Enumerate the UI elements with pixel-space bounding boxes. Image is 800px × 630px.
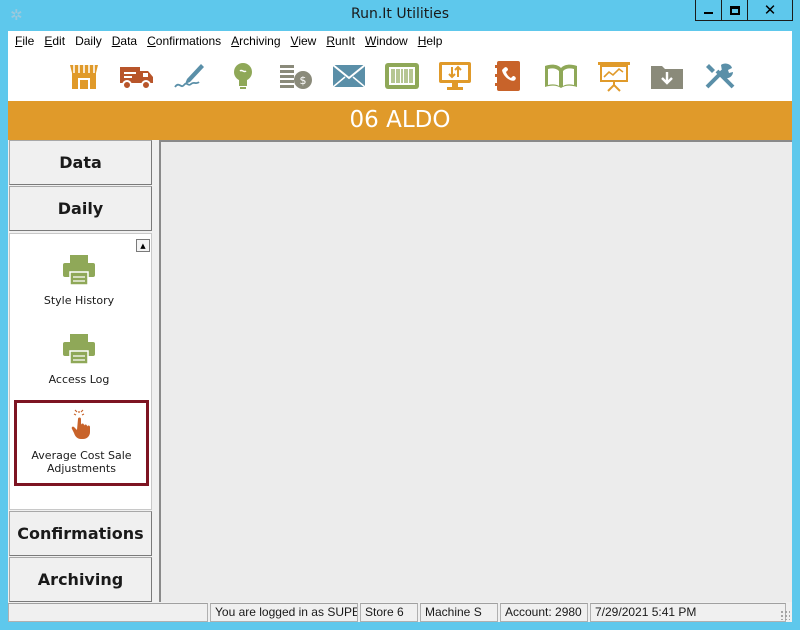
download-folder-icon[interactable] <box>649 60 685 92</box>
truck-icon[interactable] <box>119 60 155 92</box>
triangle-up-icon: ▲ <box>140 241 146 250</box>
sidebar-button-archiving[interactable]: Archiving <box>9 557 152 602</box>
menu-archiving[interactable]: Archiving <box>226 34 285 48</box>
menu-file[interactable]: File <box>10 34 39 48</box>
panel-item-average-cost-sale-adjustments[interactable]: Average Cost Sale Adjustments <box>14 400 149 486</box>
printer-icon <box>15 329 143 365</box>
status-datetime: 7/29/2021 5:41 PM <box>590 603 786 622</box>
window-title: Run.It Utilities <box>350 6 450 22</box>
toolbar: $ <box>8 51 792 101</box>
close-button[interactable]: ✕ <box>747 0 793 21</box>
store-icon[interactable] <box>66 60 102 92</box>
sidebar-button-data[interactable]: Data <box>9 140 152 185</box>
panel-item-label: Average Cost Sale Adjustments <box>31 449 132 475</box>
sidebar: Data Daily ▲ Style History Access Log Av… <box>8 140 153 602</box>
app-window: ✲ Run.It Utilities ✕ File Edit Daily Dat… <box>0 0 800 630</box>
signature-icon[interactable] <box>172 60 208 92</box>
pointing-hand-icon <box>17 407 146 439</box>
menu-data[interactable]: Data <box>107 34 142 48</box>
transfer-monitor-icon[interactable] <box>437 60 473 92</box>
panel-item-access-log[interactable]: Access Log <box>15 329 143 386</box>
resize-grip-icon[interactable] <box>780 610 790 620</box>
maximize-button[interactable] <box>721 0 748 21</box>
panel-item-label: Access Log <box>48 373 110 386</box>
close-icon: ✕ <box>763 0 777 19</box>
menu-confirmations[interactable]: Confirmations <box>142 34 226 48</box>
minimize-button[interactable] <box>695 0 722 21</box>
phone-book-icon[interactable] <box>490 60 526 92</box>
title-bar[interactable]: ✲ Run.It Utilities ✕ <box>0 0 800 31</box>
status-store: Store 6 <box>360 603 418 622</box>
envelope-icon[interactable] <box>331 60 367 92</box>
menu-bar: File Edit Daily Data Confirmations Archi… <box>8 31 792 51</box>
menu-help[interactable]: Help <box>413 34 448 48</box>
status-bar: You are logged in as SUPER Store 6 Machi… <box>8 603 792 622</box>
window-controls: ✕ <box>695 0 793 21</box>
panel-item-style-history[interactable]: Style History <box>15 250 143 307</box>
mdi-workspace[interactable] <box>159 140 792 602</box>
svg-text:$: $ <box>300 74 307 87</box>
menu-view[interactable]: View <box>286 34 322 48</box>
menu-daily[interactable]: Daily <box>70 34 107 48</box>
sidebar-button-confirmations[interactable]: Confirmations <box>9 511 152 556</box>
printer-icon <box>15 250 143 286</box>
status-login: You are logged in as SUPER <box>210 603 358 622</box>
menu-edit[interactable]: Edit <box>39 34 70 48</box>
coins-icon[interactable]: $ <box>278 60 314 92</box>
status-pane-blank <box>8 603 208 622</box>
lightbulb-icon[interactable] <box>225 60 261 92</box>
sidebar-button-daily[interactable]: Daily <box>9 186 152 231</box>
daily-panel: ▲ Style History Access Log Average Cost … <box>9 233 152 510</box>
barcode-icon[interactable] <box>384 60 420 92</box>
minimize-icon <box>704 12 713 14</box>
status-account: Account: 2980 <box>500 603 588 622</box>
menu-runit[interactable]: RunIt <box>321 34 360 48</box>
client-area: File Edit Daily Data Confirmations Archi… <box>8 31 792 622</box>
presentation-icon[interactable] <box>596 60 632 92</box>
store-banner: 06 ALDO <box>8 101 792 140</box>
panel-item-label: Style History <box>43 294 115 307</box>
status-machine: Machine S <box>420 603 498 622</box>
tools-icon[interactable] <box>702 60 738 92</box>
maximize-icon <box>729 5 740 15</box>
open-book-icon[interactable] <box>543 60 579 92</box>
menu-window[interactable]: Window <box>360 34 413 48</box>
